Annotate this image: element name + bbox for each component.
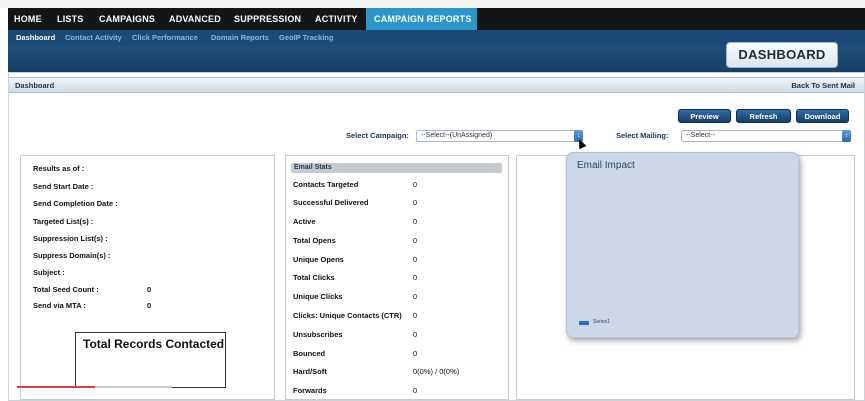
select-campaign-label: Select Campaign: — [346, 131, 409, 140]
stat-value-unsubscribes: 0 — [413, 330, 418, 339]
stat-label-hard-soft: Hard/Soft — [293, 367, 327, 376]
info-label-results-as-of: Results as of : — [33, 164, 85, 173]
stat-label-contacts-targeted: Contacts Targeted — [293, 180, 359, 189]
info-label-suppress-domains: Suppress Domain(s) : — [33, 251, 111, 260]
nav-campaign-reports[interactable]: CAMPAIGN REPORTS — [366, 8, 477, 30]
email-stats-header: Email Stats — [291, 163, 502, 173]
breadcrumb-title: Dashboard — [15, 81, 55, 90]
legend-swatch — [579, 321, 589, 325]
stat-label-bounced: Bounced — [293, 349, 326, 358]
email-impact-chart: Email Impact Series1 — [566, 152, 799, 338]
email-stats-panel: Email Stats Contacts Targeted 0 Successf… — [285, 155, 509, 400]
main-nav: HOME LISTS CAMPAIGNS ADVANCED SUPPRESSIO… — [8, 8, 865, 30]
stat-value-hard-soft: 0(0%) / 0(0%) — [413, 367, 460, 376]
nav-suppression[interactable]: SUPPRESSION — [228, 8, 307, 30]
stat-label-total-opens: Total Opens — [293, 236, 336, 245]
stat-label-active: Active — [293, 217, 316, 226]
stat-value-total-clicks: 0 — [413, 273, 418, 282]
nav-campaigns[interactable]: CAMPAIGNS — [93, 8, 161, 30]
info-label-subject: Subject : — [33, 268, 65, 277]
video-progress-fill — [17, 386, 95, 388]
info-value-total-seed-count: 0 — [147, 285, 152, 294]
stat-value-successful-delivered: 0 — [413, 198, 418, 207]
stat-label-successful-delivered: Successful Delivered — [293, 198, 369, 207]
back-to-sent-mail-link[interactable]: Back To Sent Mail — [791, 78, 855, 93]
stat-value-active: 0 — [413, 217, 418, 226]
stat-value-total-opens: 0 — [413, 236, 418, 245]
stat-label-unique-opens: Unique Opens — [293, 255, 344, 264]
email-impact-title: Email Impact — [577, 160, 635, 171]
total-records-contacted-box: Total Records Contacted — [75, 332, 226, 388]
info-label-send-start-date: Send Start Date : — [33, 182, 94, 191]
preview-button[interactable]: Preview — [678, 109, 731, 123]
stat-label-forwards: Forwards — [293, 386, 327, 395]
subnav-domain-reports[interactable]: Domain Reports — [211, 30, 269, 46]
video-progress-track[interactable] — [17, 386, 172, 388]
top-strip — [0, 0, 865, 8]
campaign-select[interactable]: --Select--(UnAssigned) ↕ — [416, 130, 583, 142]
stat-value-unique-opens: 0 — [413, 255, 418, 264]
send-info-panel: Results as of : Send Start Date : Send C… — [20, 155, 275, 400]
nav-advanced[interactable]: ADVANCED — [163, 8, 227, 30]
content-header: Dashboard Back To Sent Mail — [9, 77, 864, 93]
stat-value-contacts-targeted: 0 — [413, 180, 418, 189]
mailing-select[interactable]: --Select-- ↕ — [681, 130, 851, 142]
stat-label-unique-clicks: Unique Clicks — [293, 292, 343, 301]
info-label-total-seed-count: Total Seed Count : — [33, 285, 99, 294]
stat-value-clicks-unique-contacts-ctr: 0 — [413, 311, 418, 320]
campaign-select-value: --Select--(UnAssigned) — [421, 132, 493, 139]
stat-value-unique-clicks: 0 — [413, 292, 418, 301]
page-title-badge: DASHBOARD — [726, 42, 838, 68]
mouse-cursor-icon — [575, 137, 587, 150]
info-label-targeted-lists: Targeted List(s) : — [33, 217, 94, 226]
nav-home[interactable]: HOME — [8, 8, 48, 30]
stat-label-total-clicks: Total Clicks — [293, 273, 335, 282]
chevron-updown-icon[interactable]: ↕ — [842, 130, 851, 142]
subnav-geoip-tracking[interactable]: GeoIP Tracking — [279, 30, 333, 46]
legend-label: Series1 — [593, 319, 610, 325]
nav-activity[interactable]: ACTIVITY — [309, 8, 364, 30]
nav-lists[interactable]: LISTS — [51, 8, 90, 30]
info-label-send-via-mta: Send via MTA : — [33, 301, 86, 310]
content-area: Dashboard Back To Sent Mail Preview Refr… — [8, 72, 865, 401]
info-label-send-completion-date: Send Completion Date : — [33, 199, 118, 208]
subnav-dashboard[interactable]: Dashboard — [16, 30, 55, 46]
total-records-contacted-title: Total Records Contacted — [83, 337, 225, 351]
subnav-contact-activity[interactable]: Contact Activity — [65, 30, 122, 46]
subnav-click-performance[interactable]: Click Performance — [132, 30, 198, 46]
stat-label-unsubscribes: Unsubscribes — [293, 330, 343, 339]
mailing-select-value: --Select-- — [686, 132, 715, 139]
select-mailing-label: Select Mailing: — [616, 131, 669, 140]
stat-label-clicks-unique-contacts-ctr: Clicks: Unique Contacts (CTR) — [293, 311, 402, 320]
download-button[interactable]: Download — [796, 109, 849, 123]
stat-value-forwards: 0 — [413, 386, 418, 395]
stat-value-bounced: 0 — [413, 349, 418, 358]
refresh-button[interactable]: Refresh — [736, 109, 791, 123]
info-value-send-via-mta: 0 — [147, 301, 152, 310]
info-label-suppression-lists: Suppression List(s) : — [33, 234, 108, 243]
